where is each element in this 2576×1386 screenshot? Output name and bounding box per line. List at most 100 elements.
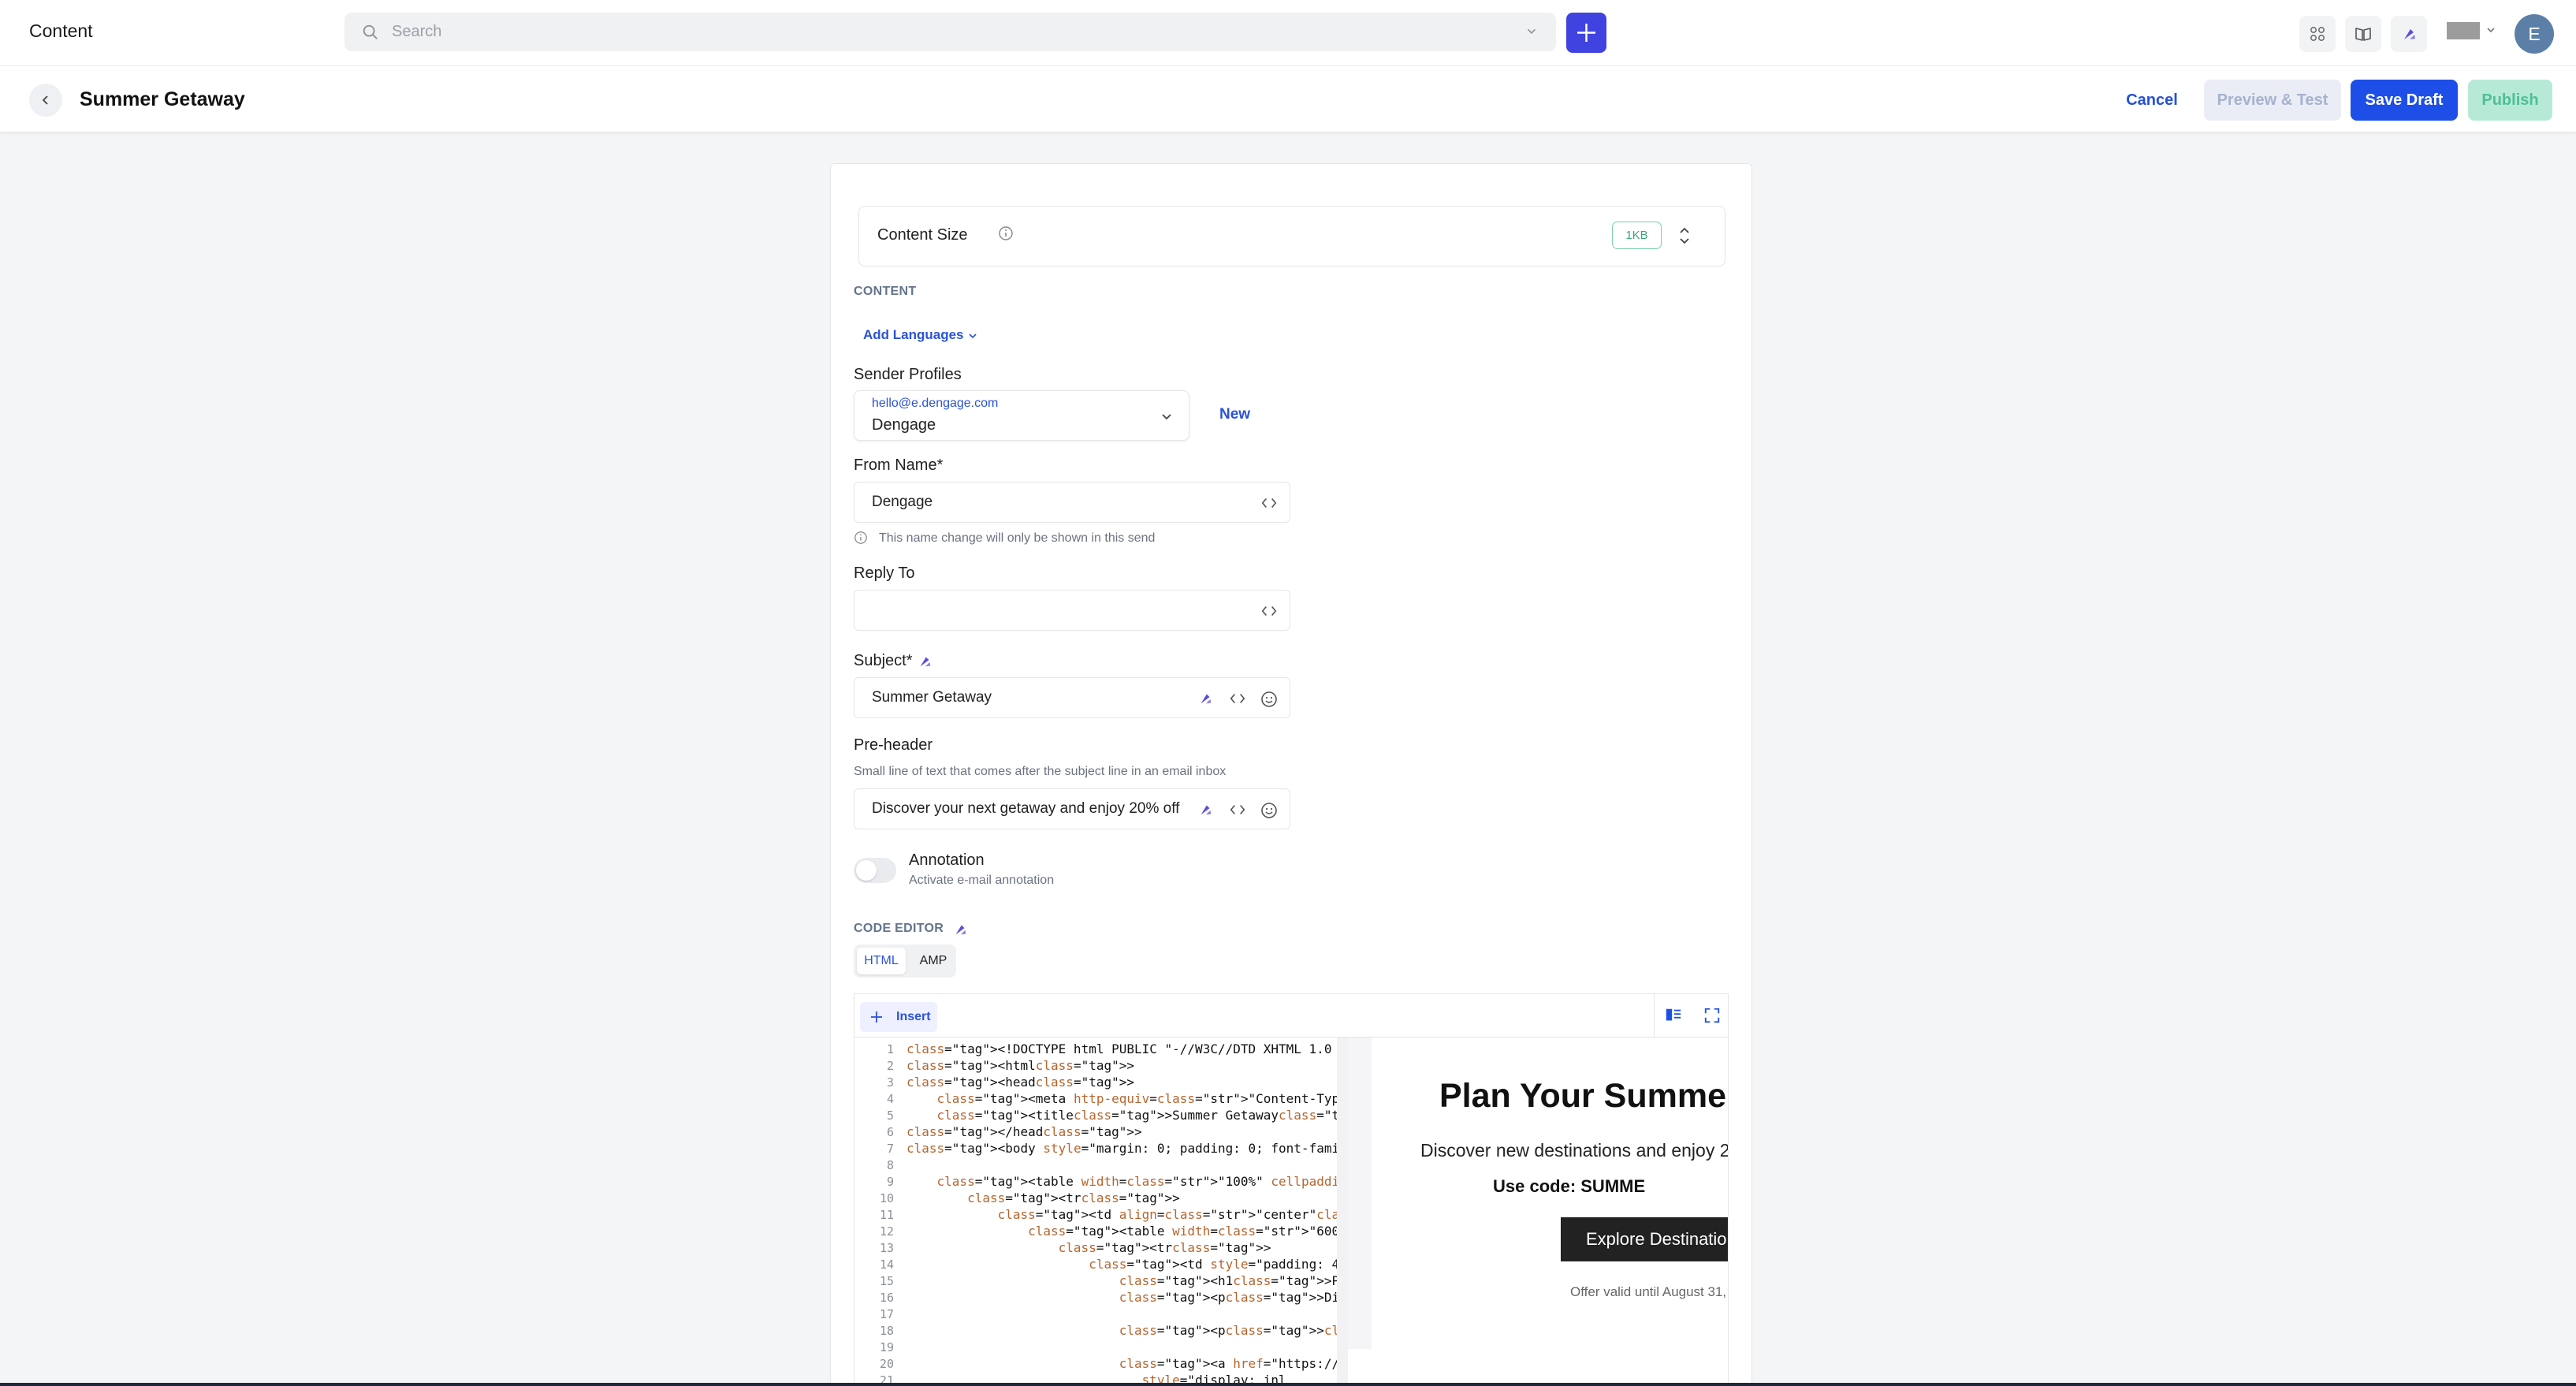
line-number: 14 bbox=[879, 1257, 894, 1272]
color-swatch[interactable] bbox=[2447, 22, 2480, 39]
info-icon[interactable] bbox=[998, 225, 1014, 241]
code-icon[interactable] bbox=[1228, 690, 1247, 707]
from-name-label: From Name* bbox=[854, 456, 944, 474]
preview-heading: Plan Your Summe bbox=[1439, 1077, 1727, 1115]
code-line: class="tag"><!DOCTYPE html PUBLIC "-//W3… bbox=[906, 1041, 1337, 1056]
subject-label: Subject* bbox=[854, 652, 913, 669]
code-line: class="tag"><trclass="tag">> bbox=[967, 1190, 1180, 1205]
chevron-down-icon[interactable] bbox=[966, 330, 979, 342]
editor-mode-tabs: HTML AMP bbox=[854, 944, 956, 978]
code-line: class="tag"><h1class="tag">>Plan Your Su… bbox=[1119, 1273, 1337, 1288]
save-draft-button[interactable]: Save Draft bbox=[2351, 80, 2458, 121]
line-number: 10 bbox=[879, 1191, 894, 1205]
line-number: 11 bbox=[879, 1208, 894, 1222]
create-button[interactable] bbox=[1566, 13, 1606, 53]
editor-toolbar: Insert bbox=[854, 994, 1728, 1038]
from-name-value: Dengage bbox=[872, 494, 933, 510]
emoji-icon[interactable] bbox=[1260, 801, 1279, 820]
email-preview: Plan Your Summe Discover new destination… bbox=[1348, 1038, 1728, 1386]
ai-sparkle-icon bbox=[2404, 29, 2415, 39]
split-view-icon[interactable] bbox=[1664, 1007, 1683, 1024]
page-title: Summer Getaway bbox=[80, 88, 245, 110]
code-icon[interactable] bbox=[1228, 801, 1247, 818]
annotation-subtitle: Activate e-mail annotation bbox=[909, 874, 1055, 887]
grid-icon bbox=[2310, 27, 2325, 41]
add-languages-button[interactable]: Add Languages bbox=[863, 327, 964, 343]
plus-icon bbox=[871, 1012, 882, 1023]
docs-button[interactable] bbox=[2345, 16, 2381, 52]
search-bar[interactable]: Search bbox=[344, 13, 1556, 51]
ai-sparkle-icon[interactable] bbox=[951, 921, 969, 938]
plus-icon bbox=[1577, 24, 1595, 42]
ai-assistant-button[interactable] bbox=[2391, 16, 2427, 52]
back-button[interactable] bbox=[29, 84, 62, 117]
code-icon[interactable] bbox=[1260, 602, 1279, 620]
code-line: class="tag"><pclass="tag">>class="tag"><… bbox=[1119, 1323, 1337, 1338]
fullscreen-icon[interactable] bbox=[1703, 1007, 1721, 1024]
code-line: class="tag"><body style="margin: 0; padd… bbox=[906, 1141, 1337, 1156]
line-number: 5 bbox=[886, 1108, 894, 1123]
preview-footnote: Offer valid until August 31, bbox=[1570, 1284, 1727, 1299]
from-name-hint: This name change will only be shown in t… bbox=[879, 531, 1156, 545]
ai-sparkle-icon[interactable] bbox=[1197, 801, 1214, 818]
preheader-field[interactable]: Discover your next getaway and enjoy 20%… bbox=[854, 788, 1290, 829]
subject-field[interactable]: Summer Getaway bbox=[854, 677, 1290, 718]
chevron-down-icon[interactable] bbox=[1159, 409, 1174, 425]
line-number: 6 bbox=[886, 1125, 894, 1139]
content-size-panel[interactable]: Content Size 1KB bbox=[858, 206, 1725, 266]
sender-name: Dengage bbox=[872, 416, 936, 434]
ai-sparkle-icon[interactable] bbox=[1197, 690, 1214, 707]
code-text-area[interactable]: class="tag"><!DOCTYPE html PUBLIC "-//W3… bbox=[903, 1038, 1337, 1386]
search-icon bbox=[363, 24, 378, 39]
expand-collapse-icon[interactable] bbox=[1677, 224, 1692, 248]
cancel-button[interactable]: Cancel bbox=[2113, 80, 2191, 121]
info-icon bbox=[854, 531, 867, 544]
line-number: 19 bbox=[879, 1340, 894, 1354]
preheader-hint: Small line of text that comes after the … bbox=[854, 765, 1227, 778]
code-line: class="tag"><meta http-equiv=class="str"… bbox=[936, 1091, 1337, 1106]
page-header: Summer Getaway Cancel Preview & Test Sav… bbox=[0, 66, 2576, 132]
new-sender-profile-button[interactable]: New bbox=[1219, 406, 1250, 423]
preheader-label: Pre-header bbox=[854, 736, 933, 754]
content-form-card: Content Size 1KB CONTENT Add Languages S… bbox=[830, 163, 1752, 1386]
code-line: class="tag"><trclass="tag">> bbox=[1058, 1240, 1271, 1255]
chevron-left-icon bbox=[42, 95, 48, 105]
chevron-down-icon[interactable] bbox=[1524, 24, 1539, 39]
emoji-icon[interactable] bbox=[1260, 690, 1279, 709]
reply-to-label: Reply To bbox=[854, 564, 915, 582]
chevron-down-icon[interactable] bbox=[2485, 24, 2497, 36]
line-number: 7 bbox=[886, 1142, 894, 1156]
split-divider[interactable] bbox=[1337, 1038, 1348, 1386]
insert-button[interactable]: Insert bbox=[860, 1002, 937, 1032]
top-bar: Content Search E bbox=[0, 0, 2576, 66]
apps-button[interactable] bbox=[2299, 16, 2336, 52]
from-name-field[interactable]: Dengage bbox=[854, 482, 1290, 523]
ai-sparkle-icon[interactable] bbox=[916, 653, 933, 670]
tab-html[interactable]: HTML bbox=[857, 948, 906, 974]
line-number: 20 bbox=[879, 1357, 894, 1371]
preview-test-button[interactable]: Preview & Test bbox=[2204, 80, 2341, 121]
line-number: 15 bbox=[879, 1274, 894, 1288]
line-number: 9 bbox=[886, 1175, 894, 1189]
line-number: 1 bbox=[886, 1042, 894, 1056]
publish-button[interactable]: Publish bbox=[2468, 80, 2552, 121]
editor-view-controls bbox=[1654, 994, 1728, 1038]
line-number: 18 bbox=[879, 1324, 894, 1338]
code-line: class="tag"><table width=class="str">"60… bbox=[1028, 1224, 1337, 1239]
code-editor: Insert 1 2 3 4 5 6 7 8 9 10 11 12 13 14 15 16 17 18 19 20 21… bbox=[854, 993, 1729, 1386]
code-line: class="tag"><titleclass="tag">>Summer Ge… bbox=[936, 1108, 1337, 1123]
line-number: 16 bbox=[879, 1291, 894, 1305]
line-number: 13 bbox=[879, 1241, 894, 1255]
code-line: class="tag"></headclass="tag">> bbox=[906, 1124, 1142, 1139]
avatar[interactable]: E bbox=[2515, 14, 2554, 54]
sender-profile-select[interactable]: hello@e.dengage.com Dengage bbox=[854, 390, 1189, 441]
code-line: class="tag"><headclass="tag">> bbox=[906, 1075, 1134, 1090]
sender-profiles-label: Sender Profiles bbox=[854, 366, 962, 383]
reply-to-field[interactable] bbox=[854, 590, 1290, 631]
search-input[interactable]: Search bbox=[392, 23, 441, 41]
code-line: class="tag"><td style="padding: 40px; bbox=[1089, 1257, 1337, 1272]
insert-label: Insert bbox=[896, 1010, 931, 1023]
annotation-toggle[interactable] bbox=[854, 858, 896, 883]
code-icon[interactable] bbox=[1260, 494, 1279, 512]
tab-amp[interactable]: AMP bbox=[915, 948, 951, 974]
